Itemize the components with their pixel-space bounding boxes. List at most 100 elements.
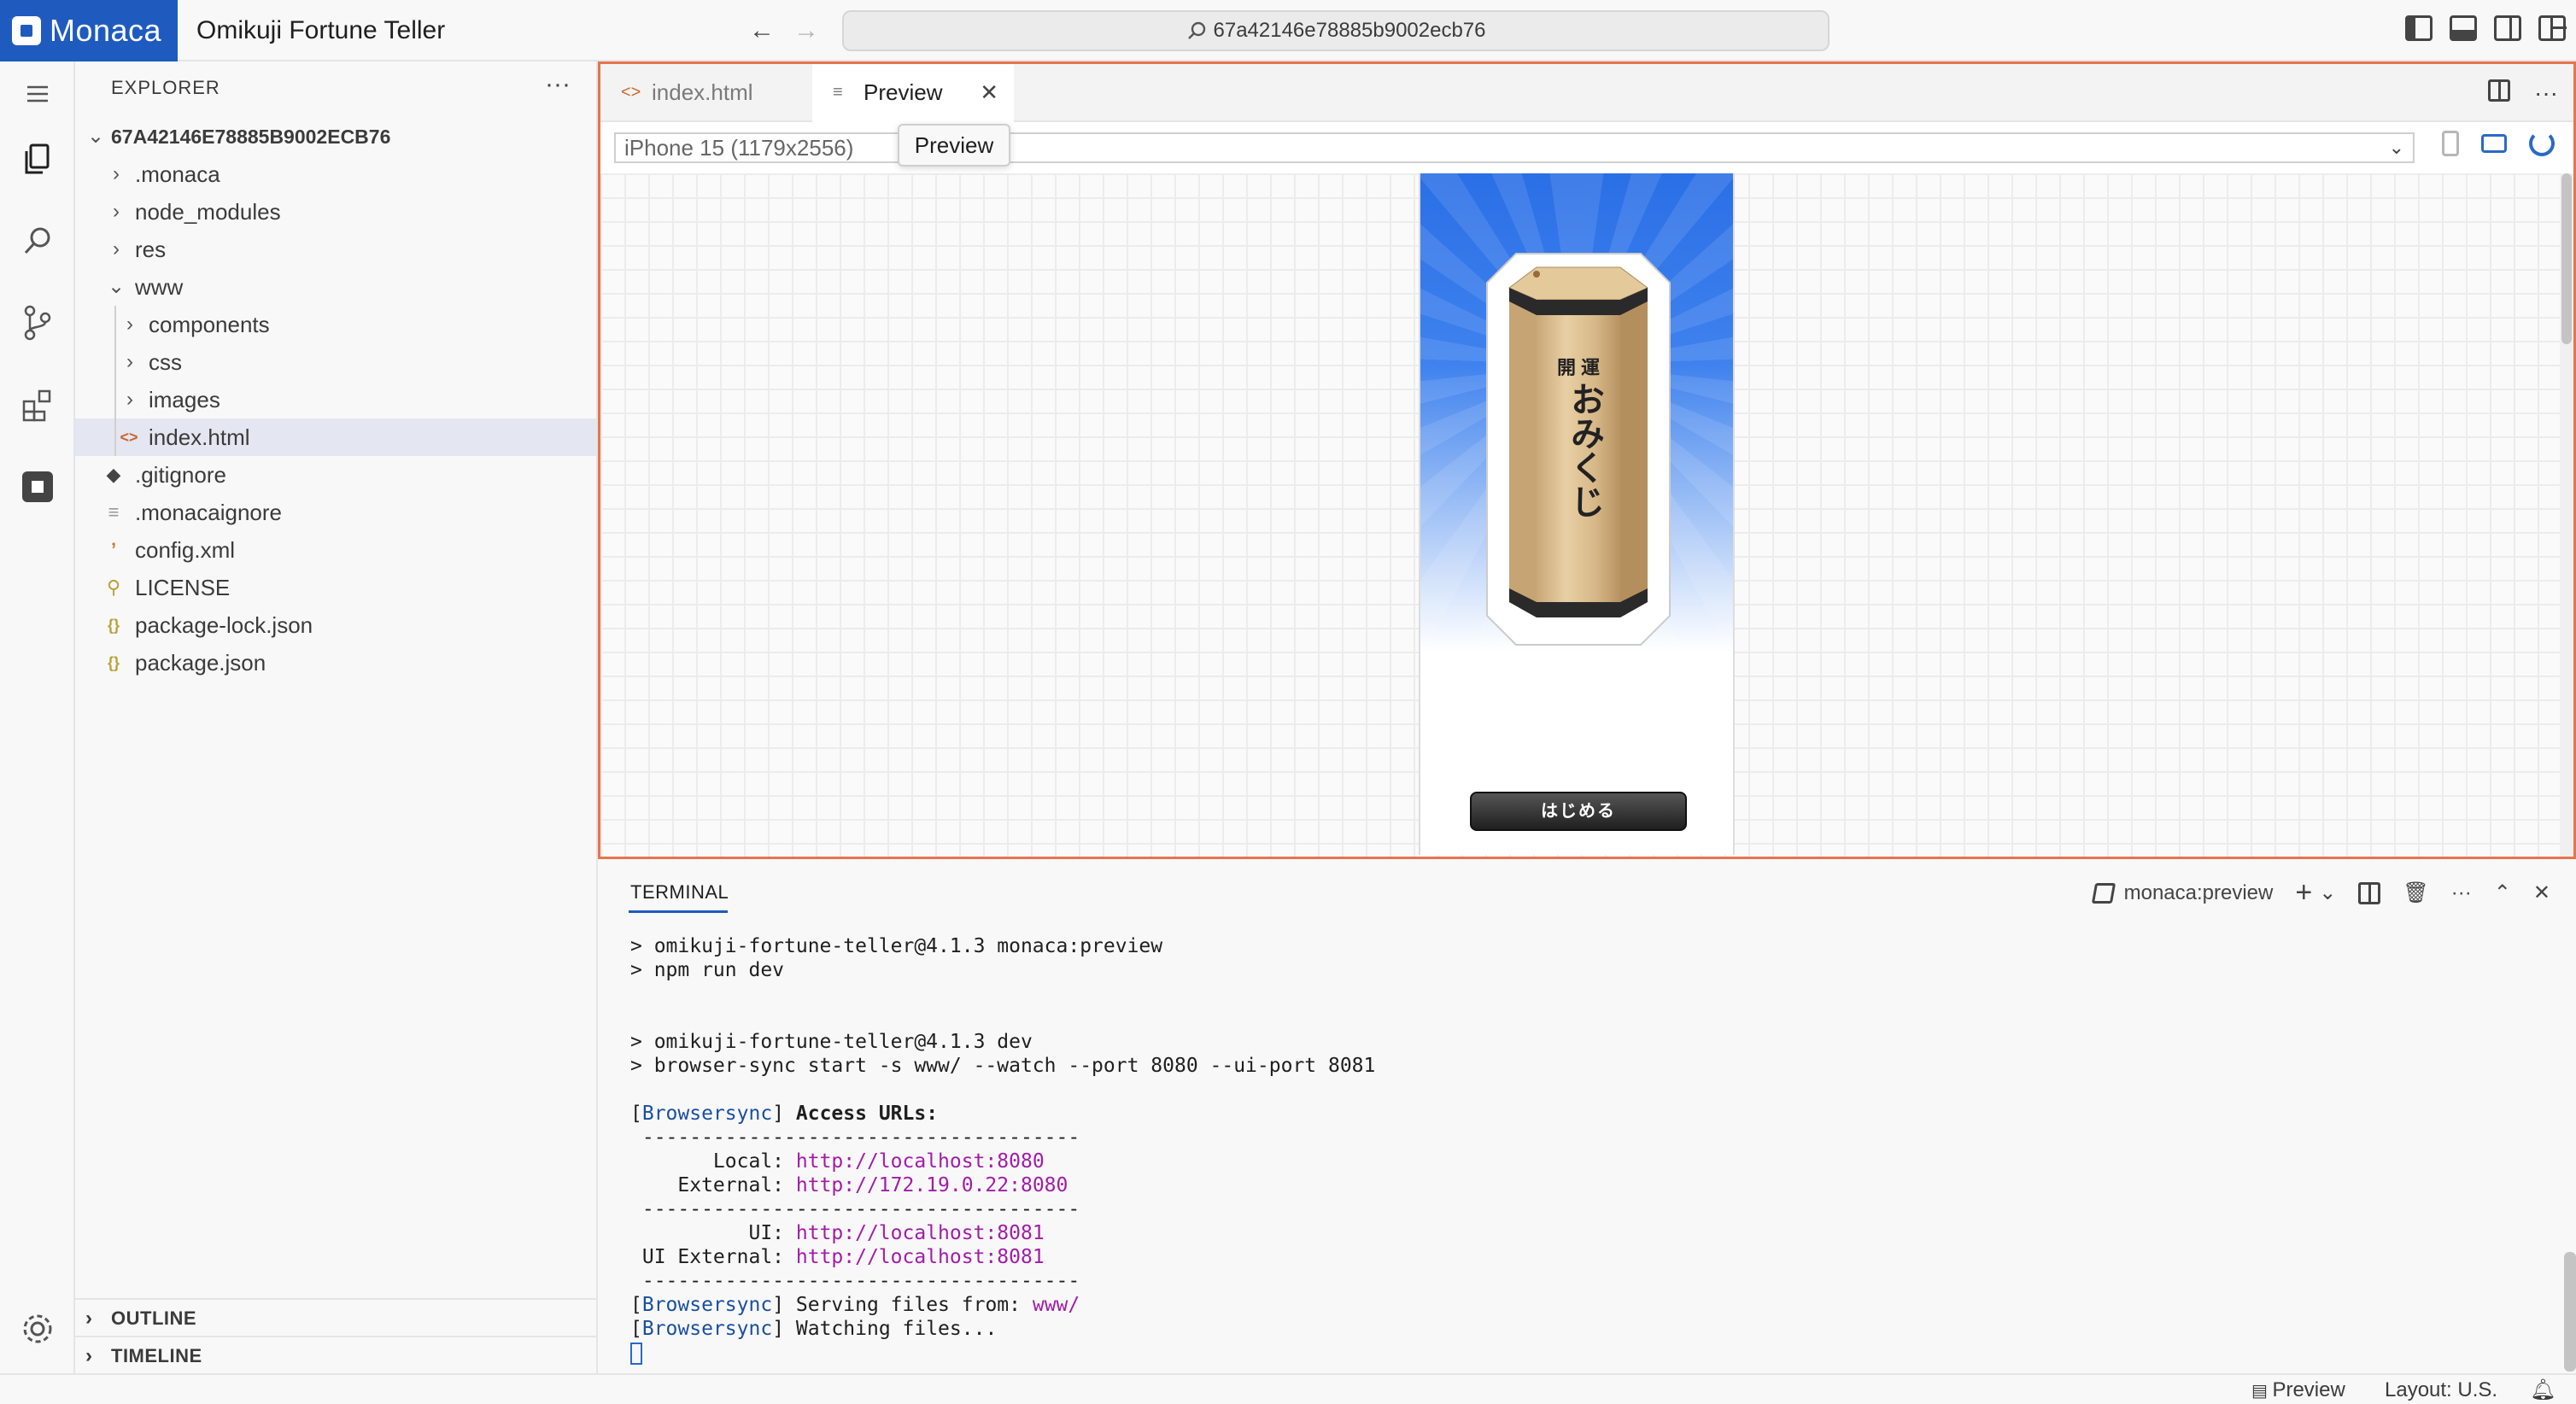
tab-index-html[interactable]: <> index.html	[600, 64, 812, 120]
tree-item-label: package.json	[135, 650, 266, 676]
back-arrow-icon[interactable]: ←	[746, 15, 777, 46]
start-button[interactable]: はじめる	[1470, 792, 1687, 831]
tree-item-label: images	[149, 387, 220, 412]
chevron-right-icon: ›	[126, 313, 133, 336]
ide-window: Monaca Omikuji Fortune Teller ← → 67a421…	[0, 0, 2576, 1404]
more-actions-icon[interactable]: ···	[545, 70, 571, 99]
explorer-files-icon[interactable]	[17, 138, 58, 179]
ui-external-url-link[interactable]: http://localhost:8081	[796, 1246, 1045, 1268]
serving-path: www/	[1032, 1294, 1080, 1316]
indent-guide	[114, 343, 116, 381]
terminal-icon	[2091, 882, 2116, 904]
terminal-output[interactable]: > omikuji-fortune-teller@4.1.3 monaca:pr…	[630, 934, 1375, 1365]
maximize-panel-icon[interactable]: ⌃	[2494, 880, 2511, 905]
monaca-preview-icon[interactable]	[17, 466, 58, 507]
toggle-primary-sidebar-icon[interactable]	[2405, 15, 2433, 41]
external-url-link[interactable]: http://172.19.0.22:8080	[796, 1174, 1068, 1196]
tree-item-package-lock-json[interactable]: {} package-lock.json	[75, 606, 596, 644]
tree-root-folder[interactable]: ⌄ 67A42146E78885B9002ECB76	[75, 118, 596, 155]
chevron-right-icon: ›	[85, 1344, 93, 1367]
timeline-section[interactable]: › TIMELINE	[75, 1336, 596, 1373]
landscape-icon[interactable]	[2481, 134, 2507, 153]
chevron-right-icon: ›	[126, 350, 133, 373]
forward-arrow-icon[interactable]: →	[791, 15, 822, 46]
device-select[interactable]: iPhone 15 (1179x2556) ⌄	[614, 132, 2415, 163]
terminal-name[interactable]: monaca:preview	[2124, 881, 2274, 905]
status-preview[interactable]: ▤ Preview	[2251, 1375, 2345, 1404]
terminal-scrollbar[interactable]	[2564, 1252, 2576, 1372]
close-icon[interactable]: ✕	[2533, 880, 2550, 905]
browsersync-tag: Browsersync	[641, 1103, 773, 1125]
device-select-value: iPhone 15 (1179x2556)	[624, 135, 854, 161]
editor-group: <> index.html ≡ Preview ✕ ··· Preview iP…	[598, 61, 2576, 859]
source-control-icon[interactable]	[17, 302, 58, 343]
tree-item-components[interactable]: › components	[75, 306, 596, 343]
terminal-panel: TERMINAL monaca:preview + ⌄ 🗑 ··· ⌃ ✕ > …	[598, 859, 2576, 1373]
tree-item-node-modules[interactable]: › node_modules	[75, 193, 596, 231]
preview-canvas: 開運 おみくじ はじめる	[600, 173, 2560, 857]
terminal-line: > omikuji-fortune-teller@4.1.3 dev	[630, 1031, 1033, 1053]
close-icon[interactable]: ✕	[980, 64, 998, 120]
trash-icon[interactable]: 🗑	[2403, 880, 2428, 905]
more-actions-icon[interactable]: ···	[2451, 881, 2472, 905]
tree-item-monacaignore[interactable]: ≡ .monacaignore	[75, 494, 596, 531]
split-editor-icon[interactable]	[2488, 79, 2511, 102]
indent-guide	[114, 381, 116, 418]
browsersync-tag: Browsersync	[641, 1294, 773, 1316]
chevron-down-icon: ⌄	[107, 275, 126, 298]
search-icon	[1187, 21, 1205, 39]
tree-item-css[interactable]: › css	[75, 343, 596, 381]
more-actions-icon[interactable]: ···	[2534, 79, 2558, 107]
tree-item-license[interactable]: ⚲ LICENSE	[75, 569, 596, 606]
preview-scrollbar[interactable]	[2560, 173, 2573, 857]
tree-root-label: 67A42146E78885B9002ECB76	[111, 126, 391, 148]
text-file-icon: ≡	[108, 501, 120, 523]
tree-item-config-xml[interactable]: ʼ config.xml	[75, 531, 596, 569]
portrait-icon[interactable]	[2442, 131, 2459, 156]
tab-preview[interactable]: ≡ Preview ✕	[812, 64, 1014, 122]
terminal-divider: -------------------------------------	[630, 1270, 1080, 1292]
tree-item-images[interactable]: › images	[75, 381, 596, 418]
rss-xml-file-icon: ʼ	[110, 539, 117, 560]
editor-tab-bar: <> index.html ≡ Preview ✕ ···	[600, 64, 2573, 122]
section-label: OUTLINE	[111, 1307, 197, 1329]
title-bar: Monaca Omikuji Fortune Teller ← → 67a421…	[0, 0, 2576, 61]
device-actions	[2442, 131, 2555, 156]
monaca-logo[interactable]: Monaca	[0, 0, 178, 61]
tree-item-package-json[interactable]: {} package.json	[75, 644, 596, 682]
customize-layout-icon[interactable]	[2538, 15, 2567, 41]
chevron-down-icon[interactable]: ⌄	[2319, 880, 2336, 905]
extensions-icon[interactable]	[17, 384, 58, 425]
indent-guide	[114, 418, 116, 456]
tree-item-label: node_modules	[135, 199, 281, 225]
settings-gear-icon[interactable]	[17, 1308, 58, 1349]
tree-item-res[interactable]: › res	[75, 231, 596, 268]
tab-terminal[interactable]: TERMINAL	[628, 881, 729, 913]
tree-item-monaca[interactable]: › .monaca	[75, 155, 596, 193]
terminal-label: UI External:	[630, 1246, 796, 1268]
tab-label: Preview	[864, 79, 943, 105]
terminal-line: Watching files...	[784, 1318, 998, 1340]
local-url-link[interactable]: http://localhost:8080	[796, 1150, 1045, 1173]
file-tree: ⌄ 67A42146E78885B9002ECB76 › .monaca › n…	[75, 118, 596, 682]
ui-url-link[interactable]: http://localhost:8081	[796, 1222, 1045, 1244]
search-icon[interactable]	[17, 220, 58, 261]
split-terminal-icon[interactable]	[2358, 881, 2381, 904]
notifications-bell-icon[interactable]: 🔔︎	[2530, 1375, 2556, 1404]
terminal-divider: -------------------------------------	[630, 1126, 1080, 1149]
chevron-down-icon: ⌄	[2388, 137, 2404, 158]
new-terminal-plus-icon[interactable]: +	[2295, 876, 2312, 910]
menu-icon[interactable]	[17, 73, 58, 114]
status-keyboard-layout[interactable]: Layout: U.S.	[2385, 1375, 2497, 1404]
toggle-panel-icon[interactable]	[2450, 15, 2477, 41]
tree-item-index-html[interactable]: <> index.html	[75, 418, 596, 456]
brand-label: Monaca	[50, 13, 162, 48]
tree-item-gitignore[interactable]: ◆ .gitignore	[75, 456, 596, 494]
outline-section[interactable]: › OUTLINE	[75, 1298, 596, 1336]
tree-item-www[interactable]: ⌄ www	[75, 268, 596, 306]
refresh-icon[interactable]	[2529, 131, 2555, 156]
command-center-search[interactable]: 67a42146e78885b9002ecb76	[842, 10, 1830, 51]
chevron-right-icon: ›	[85, 1307, 93, 1330]
chevron-down-icon: ⌄	[86, 125, 105, 148]
toggle-secondary-sidebar-icon[interactable]	[2494, 15, 2521, 41]
